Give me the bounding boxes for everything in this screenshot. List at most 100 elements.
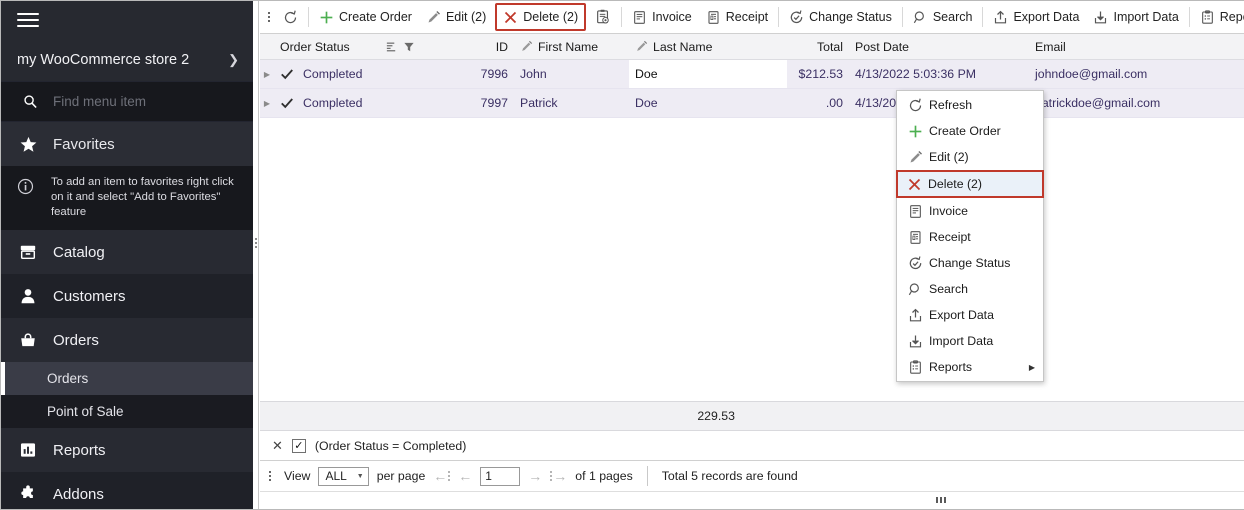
toolbar-label: Create Order	[339, 10, 412, 24]
context-menu-label: Search	[929, 282, 968, 296]
refresh-icon	[283, 10, 298, 25]
info-icon	[17, 175, 37, 200]
grid-summary-row: 229.53	[260, 401, 1244, 431]
reports-clipboard-icon	[1200, 10, 1215, 25]
row-expander[interactable]: ▶	[260, 60, 274, 88]
table-row[interactable]: ▶ Completed 7996 John D	[260, 60, 1244, 89]
invoice-button[interactable]: Invoice	[625, 4, 699, 31]
cell-value: patrickdoe@gmail.com	[1035, 96, 1160, 110]
cell-value: John	[520, 67, 547, 81]
cell-order-status[interactable]: Completed	[274, 89, 379, 117]
cell-first-name[interactable]: Patrick	[514, 89, 629, 117]
orders-icon	[17, 331, 39, 349]
context-menu-item-import-data[interactable]: Import Data	[897, 328, 1043, 354]
menu-search-field[interactable]: Find menu item	[1, 81, 253, 122]
context-menu-label: Delete (2)	[928, 177, 982, 191]
sidebar-item-point-of-sale[interactable]: Point of Sale	[1, 395, 253, 428]
cell-total[interactable]: .00	[787, 89, 849, 117]
column-sort-filter-indicators[interactable]	[379, 34, 459, 59]
store-selector[interactable]: my WooCommerce store 2 ❯	[1, 39, 253, 81]
column-header-last-name[interactable]: Last Name	[629, 34, 787, 59]
filter-enabled-checkbox[interactable]: ✓	[292, 439, 306, 453]
prev-page-button[interactable]: ←	[458, 468, 472, 484]
export-data-button[interactable]: Export Data	[986, 4, 1086, 31]
cell-email[interactable]: johndoe@gmail.com	[1029, 60, 1244, 88]
context-menu-item-edit[interactable]: Edit (2)	[897, 144, 1043, 170]
page-size-value: ALL	[325, 469, 346, 483]
cell-total[interactable]: $212.53	[787, 60, 849, 88]
next-page-button[interactable]: →	[528, 468, 542, 484]
sidebar-item-catalog[interactable]: Catalog	[1, 230, 253, 274]
toolbar-separator	[778, 7, 779, 27]
toolbar-label: Invoice	[652, 10, 692, 24]
context-menu-item-export-data[interactable]: Export Data	[897, 302, 1043, 328]
cell-value: .00	[826, 96, 843, 110]
reports-menu-button[interactable]: Reports ▼	[1193, 4, 1244, 31]
column-header-total[interactable]: Total	[787, 34, 849, 59]
sidebar-item-reports[interactable]: Reports	[1, 428, 253, 472]
close-x-icon	[503, 10, 518, 25]
column-header-id[interactable]: ID	[459, 34, 514, 59]
cell-email[interactable]: patrickdoe@gmail.com	[1029, 89, 1244, 117]
cell-first-name[interactable]: John	[514, 60, 629, 88]
context-menu-item-change-status[interactable]: Change Status	[897, 250, 1043, 276]
table-row[interactable]: ▶ Completed 7997 Patrick	[260, 89, 1244, 118]
row-expander[interactable]: ▶	[260, 89, 274, 117]
pager-drag-handle-icon[interactable]	[264, 469, 276, 483]
context-menu-item-delete[interactable]: Delete (2)	[896, 170, 1044, 198]
search-button[interactable]: Search	[906, 4, 980, 31]
receipt-button[interactable]: Receipt	[699, 4, 775, 31]
page-size-select[interactable]: ALL ▼	[318, 467, 368, 486]
pencil-icon	[426, 10, 441, 25]
create-order-button[interactable]: Create Order	[312, 4, 419, 31]
delete-button[interactable]: Delete (2)	[495, 3, 586, 31]
toolbar-separator	[308, 7, 309, 27]
sidebar-item-addons[interactable]: Addons	[1, 472, 253, 509]
export-icon	[901, 308, 929, 323]
sidebar-item-orders-sub[interactable]: Orders	[1, 362, 253, 395]
cell-post-date[interactable]: 4/13/2022 5:03:36 PM	[849, 60, 1029, 88]
context-menu-item-reports[interactable]: Reports ▶	[897, 354, 1043, 380]
context-menu-item-invoice[interactable]: Invoice	[897, 198, 1043, 224]
cell-id[interactable]: 7996	[459, 60, 514, 88]
column-header-label: Total	[817, 40, 843, 54]
column-header-email[interactable]: Email	[1029, 34, 1244, 59]
filter-icon[interactable]	[403, 41, 415, 53]
cell-last-name-editor[interactable]: Doe	[629, 60, 787, 88]
menu-search-placeholder: Find menu item	[53, 94, 146, 109]
page-number-input[interactable]: 1	[480, 467, 520, 486]
sidebar-item-favorites[interactable]: Favorites	[1, 122, 253, 166]
cell-last-name[interactable]: Doe	[629, 89, 787, 117]
column-header-order-status[interactable]: Order Status	[274, 34, 379, 59]
cell-value: Completed	[303, 96, 362, 110]
edit-button[interactable]: Edit (2)	[419, 4, 493, 31]
refresh-button[interactable]	[276, 4, 305, 31]
column-header-label: Last Name	[653, 40, 712, 54]
toolbar-drag-handle-icon[interactable]	[262, 10, 276, 24]
preview-button[interactable]	[588, 4, 618, 31]
pager-per-page-label: per page	[377, 469, 426, 483]
context-menu-label: Import Data	[929, 334, 993, 348]
cell-order-status[interactable]: Completed	[274, 60, 379, 88]
context-menu-item-refresh[interactable]: Refresh	[897, 92, 1043, 118]
toolbar-label: Export Data	[1013, 10, 1079, 24]
clear-filter-icon[interactable]: ✕	[272, 438, 283, 454]
context-menu-item-search[interactable]: Search	[897, 276, 1043, 302]
change-status-button[interactable]: Change Status	[782, 4, 899, 31]
context-menu-item-receipt[interactable]: Receipt	[897, 224, 1043, 250]
column-header-post-date[interactable]: Post Date	[849, 34, 1029, 59]
hamburger-menu-button[interactable]	[1, 1, 253, 39]
last-page-button[interactable]: →	[550, 468, 567, 484]
context-menu-item-create-order[interactable]: Create Order	[897, 118, 1043, 144]
cell-id[interactable]: 7997	[459, 89, 514, 117]
column-header-first-name[interactable]: First Name	[514, 34, 629, 59]
application-window: my WooCommerce store 2 ❯ Find menu item …	[0, 0, 1244, 510]
column-header-label: ID	[496, 40, 508, 54]
import-data-button[interactable]: Import Data	[1086, 4, 1185, 31]
sort-icon[interactable]	[385, 40, 398, 53]
first-page-button[interactable]: ←	[433, 468, 450, 484]
resize-grip-icon[interactable]	[936, 497, 946, 503]
sidebar-item-orders[interactable]: Orders	[1, 318, 253, 362]
sidebar-item-customers[interactable]: Customers	[1, 274, 253, 318]
pager-total-records-label: Total 5 records are found	[662, 469, 798, 483]
